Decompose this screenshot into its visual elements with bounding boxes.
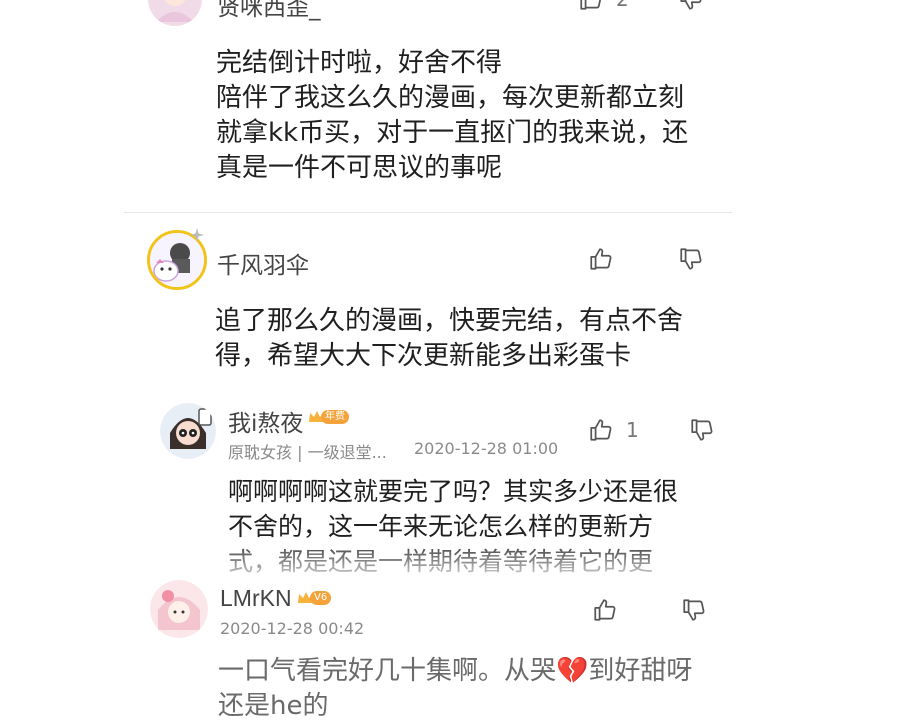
thumbs-down-icon [683, 599, 705, 621]
avatar[interactable] [160, 403, 216, 459]
comment-line: 完结倒计时啦，好舍不得 [216, 48, 503, 78]
comment-line: 啊啊啊啊这就要完了吗？其实多少还是很 [228, 477, 679, 506]
comment-date: 2020-12-28 00:42 [220, 619, 365, 638]
thumbs-down-icon [680, 0, 702, 10]
thumbs-up-icon [580, 0, 602, 10]
thumbs-up-icon [590, 419, 612, 441]
comment-text: 啊啊啊啊这就要完了吗？其实多少还是很 不舍的，这一年来无论怎么样的更新方 式，都… [228, 474, 678, 579]
divider [124, 212, 732, 213]
thumbs-down-icon [680, 248, 702, 270]
avatar[interactable] [148, 0, 202, 26]
sparkle-icon [190, 228, 204, 242]
comment-line: 追了那么久的漫画，快要完结，有点不舍 [215, 306, 684, 336]
thumbs-up-icon [594, 599, 616, 621]
like-button[interactable]: 1 [588, 417, 639, 443]
member-badge: V6 [297, 589, 332, 607]
comment-text: 完结倒计时啦，好舍不得 陪伴了我这么久的漫画，每次更新都立刻 就拿kk币买，对于… [216, 46, 688, 186]
comment-line: 还是he的 [218, 691, 329, 721]
thumbs-down-icon [691, 419, 713, 441]
member-badge: 年费 [308, 408, 349, 426]
dislike-button[interactable] [678, 246, 704, 272]
comment-text: 追了那么久的漫画，快要完结，有点不舍 得，希望大大下次更新能多出彩蛋卡 [215, 304, 683, 374]
user-meta: 原耽女孩 | 一级退堂... [228, 443, 387, 462]
comment-line: 陪伴了我这么久的漫画，每次更新都立刻 [216, 83, 685, 113]
username[interactable]: LMrKN [220, 585, 292, 612]
like-count: 2 [616, 0, 629, 11]
username[interactable]: 我i熬夜 [228, 404, 303, 438]
avatar[interactable] [150, 580, 208, 638]
like-button[interactable] [592, 597, 618, 623]
comment-text: 一口气看完好几十集啊。从哭💔到好甜呀 还是he的 [218, 654, 692, 724]
like-button[interactable] [588, 246, 614, 272]
comment-line: 真是一件不可思议的事呢 [216, 153, 503, 183]
like-button[interactable]: 2 [578, 0, 629, 12]
comment-line: 一口气看完好几十集啊。从哭💔到好甜呀 [218, 656, 693, 686]
dislike-button[interactable] [681, 597, 707, 623]
comment-date: 2020-12-28 01:00 [414, 439, 559, 458]
username[interactable]: 千风羽伞 [217, 246, 309, 280]
thumbs-up-icon [590, 248, 612, 270]
comment-line: 就拿kk币买，对于一直抠门的我来说，还 [216, 118, 689, 148]
comment-line: 不舍的，这一年来无论怎么样的更新方 [228, 512, 654, 541]
username[interactable]: 贤咪西歪_ [217, 0, 321, 22]
dislike-button[interactable] [678, 0, 704, 12]
like-count: 1 [626, 418, 639, 442]
comment-line: 得，希望大大下次更新能多出彩蛋卡 [215, 341, 632, 371]
dislike-button[interactable] [689, 417, 715, 443]
comment-line: 式，都是还是一样期待着等待着它的更 [228, 547, 654, 576]
